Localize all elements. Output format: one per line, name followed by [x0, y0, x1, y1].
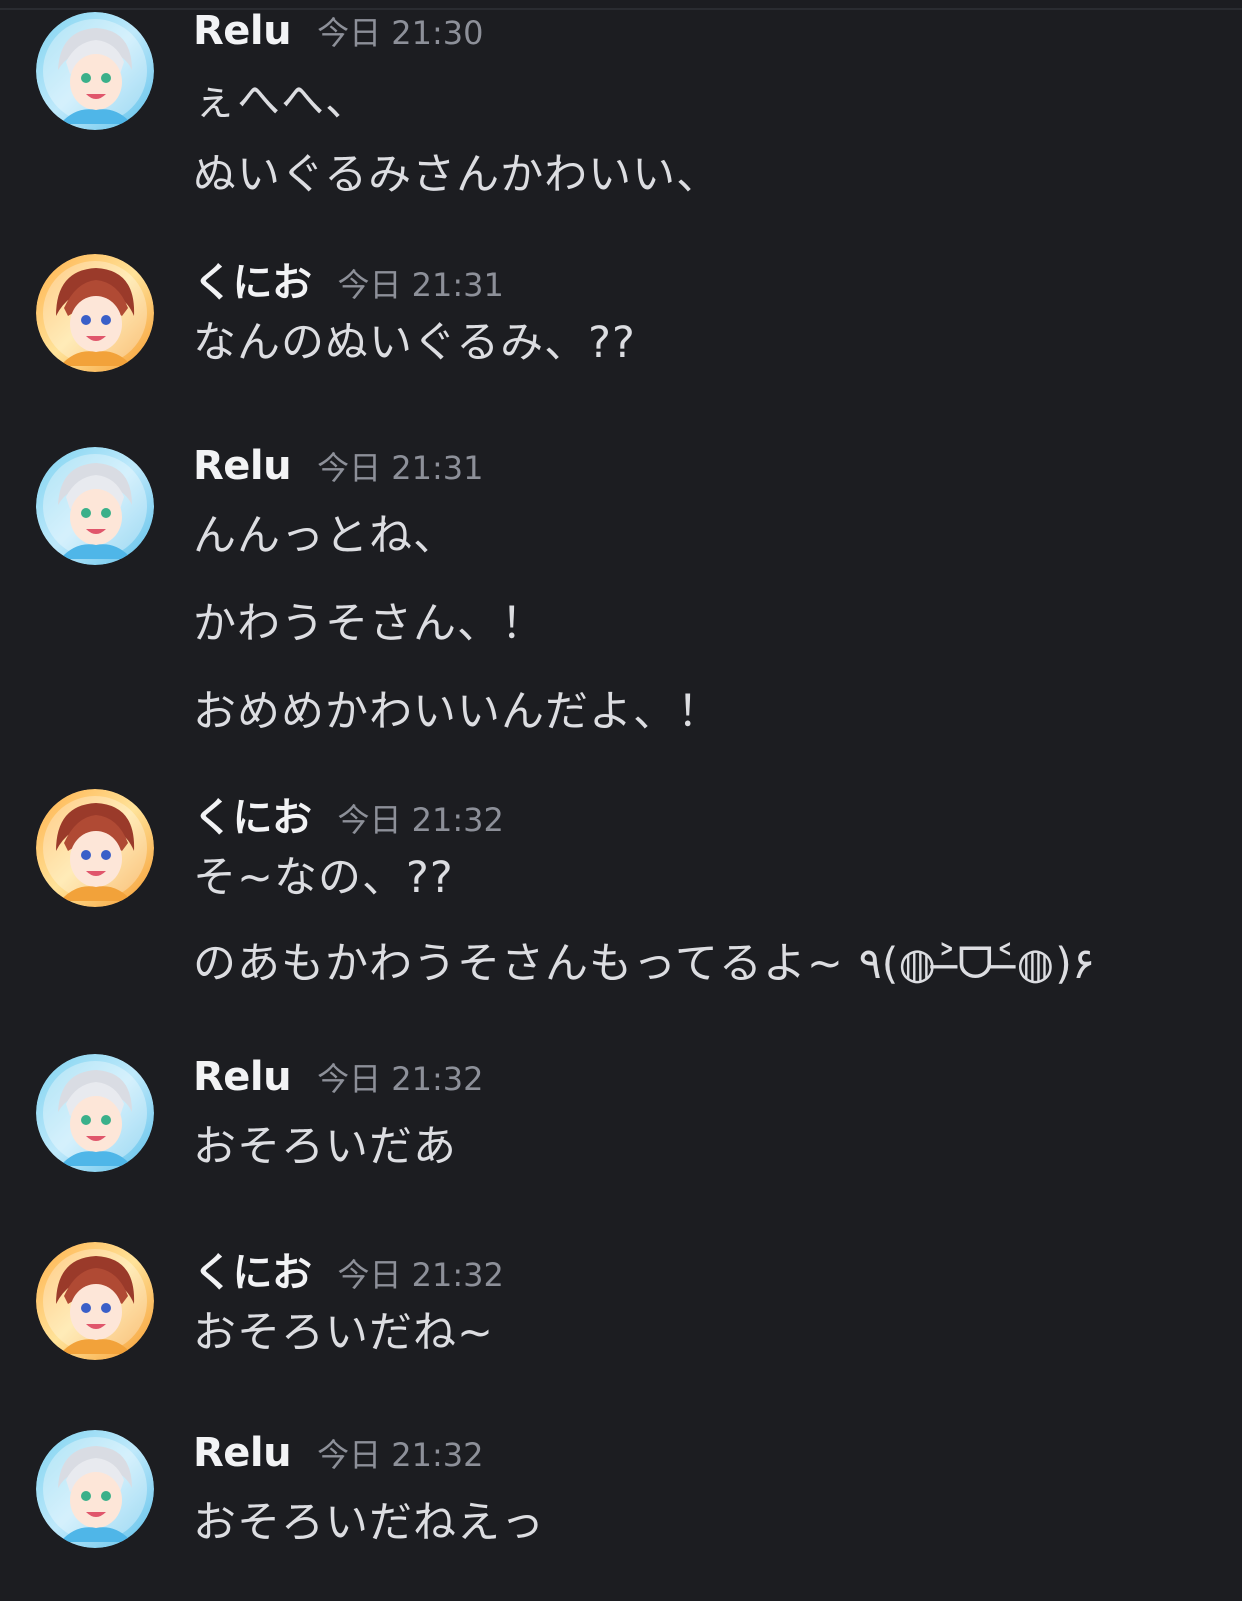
- message-text: のあもかわうそさんもってるよ~ ٩(◍˃̶ᗜ˂̶◍)۶: [193, 939, 1096, 989]
- relu-avatar[interactable]: [36, 447, 154, 565]
- message-text: んんっとね、: [193, 511, 457, 561]
- message-text: そ~なの、??: [193, 853, 454, 903]
- kunio-avatar[interactable]: [36, 254, 154, 372]
- relu-avatar[interactable]: [36, 1054, 154, 1172]
- message-author[interactable]: Relu: [193, 1054, 292, 1100]
- message-text: おそろいだね~: [193, 1308, 495, 1358]
- message-timestamp: 今日 21:32: [337, 801, 504, 839]
- message-text: おそろいだあ: [193, 1122, 457, 1172]
- kunio-avatar[interactable]: [36, 1242, 154, 1360]
- message-timestamp: 今日 21:31: [317, 449, 484, 487]
- message-author[interactable]: くにお: [193, 1240, 312, 1298]
- message-text: ぇへへ、: [193, 76, 369, 126]
- message-text: かわうそさん、！: [193, 599, 545, 649]
- message-author[interactable]: くにお: [193, 785, 312, 843]
- message-text: おそろいだねえっ: [193, 1498, 545, 1548]
- message-author[interactable]: くにお: [193, 250, 312, 308]
- message-timestamp: 今日 21:32: [317, 1060, 484, 1098]
- message-author[interactable]: Relu: [193, 1430, 292, 1476]
- message-author[interactable]: Relu: [193, 8, 292, 54]
- message-text: ぬいぐるみさんかわいい、: [193, 150, 721, 200]
- message-timestamp: 今日 21:30: [317, 14, 484, 52]
- message-timestamp: 今日 21:31: [337, 266, 504, 304]
- relu-avatar[interactable]: [36, 1430, 154, 1548]
- message-text: なんのぬいぐるみ、??: [193, 318, 636, 368]
- message-author[interactable]: Relu: [193, 443, 292, 489]
- kunio-avatar[interactable]: [36, 789, 154, 907]
- message-text: おめめかわいいんだよ、！: [193, 687, 721, 737]
- message-timestamp: 今日 21:32: [317, 1436, 484, 1474]
- message-timestamp: 今日 21:32: [337, 1256, 504, 1294]
- relu-avatar[interactable]: [36, 12, 154, 130]
